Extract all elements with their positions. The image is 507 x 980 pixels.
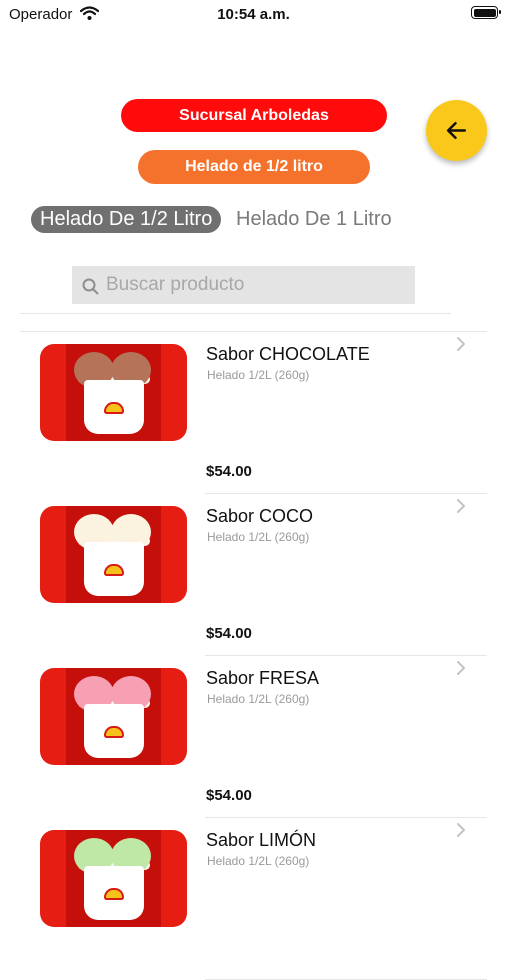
search-input[interactable] [106, 266, 406, 304]
product-price: $54.00 [206, 787, 252, 804]
product-image [40, 830, 187, 927]
product-image [40, 668, 187, 765]
chevron-right-icon [457, 499, 465, 513]
brand-logo-icon [104, 564, 124, 576]
chevron-right-icon [457, 661, 465, 675]
product-price: $54.00 [206, 625, 252, 642]
product-row[interactable]: Sabor LIMÓN Helado 1/2L (260g) [0, 818, 507, 980]
product-subtitle: Helado 1/2L (260g) [207, 854, 310, 868]
back-button[interactable] [426, 100, 487, 161]
product-row[interactable]: Sabor COCO Helado 1/2L (260g) $54.00 [0, 494, 507, 656]
tab-half-liter[interactable]: Helado De 1/2 Litro [31, 206, 222, 233]
search-bar[interactable] [72, 266, 415, 304]
brand-logo-icon [104, 402, 124, 414]
product-row[interactable]: Sabor CHOCOLATE Helado 1/2L (260g) $54.00 [0, 332, 507, 494]
product-list: Sabor CHOCOLATE Helado 1/2L (260g) $54.00 S… [0, 332, 507, 980]
product-row[interactable]: Sabor FRESA Helado 1/2L (260g) $54.00 [0, 656, 507, 818]
status-time: 10:54 a.m. [217, 6, 290, 23]
product-name: Sabor CHOCOLATE [206, 344, 370, 364]
branch-button[interactable]: Sucursal Arboledas [121, 99, 387, 132]
product-subtitle: Helado 1/2L (260g) [207, 692, 310, 706]
search-icon [82, 278, 99, 295]
brand-logo-icon [104, 726, 124, 738]
product-subtitle: Helado 1/2L (260g) [207, 530, 310, 544]
product-name: Sabor COCO [206, 506, 314, 526]
battery-icon [471, 6, 501, 19]
status-bar: Operador 10:54 a.m. [0, 0, 507, 30]
chevron-right-icon [457, 823, 465, 837]
size-button[interactable]: Helado de 1/2 litro [138, 150, 370, 184]
product-image [40, 506, 187, 603]
product-name: Sabor LIMÓN [206, 830, 317, 850]
brand-logo-icon [104, 888, 124, 900]
product-name: Sabor FRESA [206, 668, 320, 688]
product-price: $54.00 [206, 463, 252, 480]
tab-one-liter[interactable]: Helado De 1 Litro [236, 206, 392, 233]
product-image [40, 344, 187, 441]
divider [20, 313, 451, 314]
product-subtitle: Helado 1/2L (260g) [207, 368, 310, 382]
arrow-left-icon [446, 121, 467, 140]
chevron-right-icon [457, 337, 465, 351]
